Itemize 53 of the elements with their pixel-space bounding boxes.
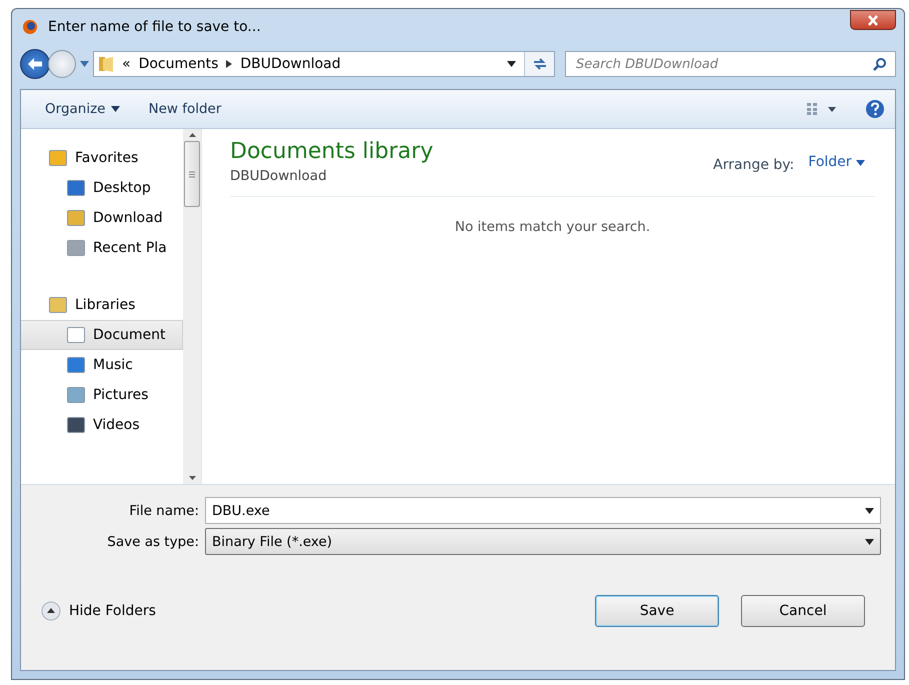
caret-icon bbox=[111, 106, 120, 112]
sidebar-item[interactable]: Document bbox=[21, 320, 183, 350]
library-title: Documents library bbox=[230, 139, 434, 164]
hide-folders-button[interactable]: Hide Folders bbox=[41, 600, 156, 620]
sidebar-item[interactable]: Recent Pla bbox=[21, 233, 183, 263]
save-button[interactable]: Save bbox=[595, 594, 719, 626]
cancel-button[interactable]: Cancel bbox=[741, 594, 865, 626]
new-folder-button[interactable]: New folder bbox=[148, 101, 222, 117]
sidebar-item[interactable]: Desktop bbox=[21, 173, 183, 203]
close-button[interactable] bbox=[850, 10, 896, 30]
search-icon bbox=[873, 57, 887, 71]
dropdown-caret-icon bbox=[865, 508, 874, 514]
close-icon bbox=[867, 14, 879, 26]
folder-icon bbox=[98, 55, 114, 73]
empty-message: No items match your search. bbox=[454, 219, 650, 235]
history-caret-icon bbox=[80, 61, 89, 67]
help-icon bbox=[865, 99, 885, 119]
browser-icon bbox=[22, 19, 38, 35]
overflow-chevron[interactable]: « bbox=[122, 56, 131, 72]
window-title: Enter name of file to save to... bbox=[48, 19, 261, 35]
breadcrumb[interactable]: Documents bbox=[138, 56, 218, 72]
save-as-type-dropdown[interactable]: Binary File (*.exe) bbox=[205, 528, 881, 555]
scroll-up-icon[interactable] bbox=[188, 133, 196, 137]
scrollbar[interactable] bbox=[183, 129, 201, 484]
arrange-by-label: Arrange by: bbox=[713, 157, 794, 173]
grip-icon bbox=[189, 170, 195, 178]
scroll-down-icon[interactable] bbox=[188, 476, 196, 480]
sidebar-group[interactable]: Favorites bbox=[21, 143, 183, 173]
view-grid-icon bbox=[807, 103, 837, 115]
library-subtitle: DBUDownload bbox=[230, 168, 328, 184]
separator-arrow-icon bbox=[226, 60, 232, 68]
refresh-icon bbox=[532, 57, 548, 71]
breadcrumb[interactable]: DBUDownload bbox=[240, 56, 341, 72]
back-arrow-icon bbox=[27, 57, 43, 71]
arrange-by-dropdown[interactable]: Folder bbox=[808, 154, 875, 170]
dropdown-caret-icon bbox=[507, 61, 516, 67]
view-options-button[interactable] bbox=[807, 103, 837, 115]
sidebar-item[interactable]: Pictures bbox=[21, 380, 183, 410]
save-as-type-label: Save as type: bbox=[106, 534, 199, 550]
sidebar-item[interactable]: Music bbox=[21, 350, 183, 380]
sidebar-item[interactable]: Download bbox=[21, 203, 183, 233]
refresh-button[interactable] bbox=[524, 52, 554, 76]
sidebar-item[interactable]: Videos bbox=[21, 410, 183, 440]
back-button[interactable] bbox=[20, 49, 50, 79]
file-name-label: File name: bbox=[128, 502, 199, 518]
help-button[interactable] bbox=[865, 99, 885, 119]
dropdown-caret-icon bbox=[865, 538, 874, 544]
search-field[interactable]: Search DBUDownload bbox=[565, 51, 896, 77]
file-name-field[interactable]: DBU.exe bbox=[205, 497, 881, 524]
caret-icon bbox=[856, 160, 865, 166]
sidebar-group[interactable]: Libraries bbox=[21, 290, 183, 320]
address-bar[interactable]: « Documents DBUDownload bbox=[93, 51, 555, 77]
organize-menu[interactable]: Organize bbox=[45, 101, 120, 117]
